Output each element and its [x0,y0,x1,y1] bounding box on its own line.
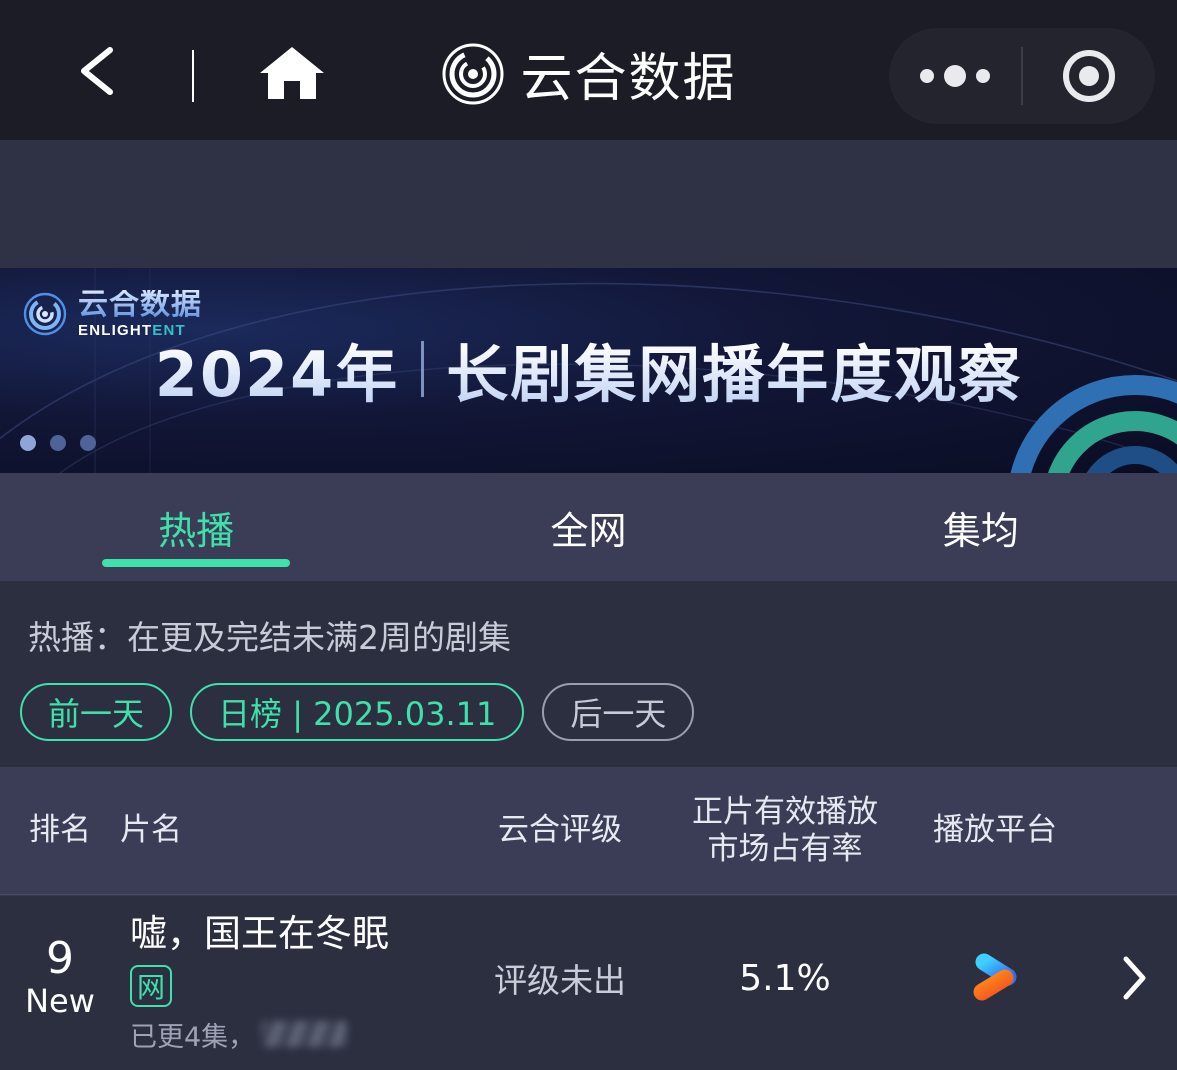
row-rank-status: New [25,982,95,1021]
enlightent-ring-logo [442,43,504,104]
header-market-share-line2: 市场占有率 [707,830,863,867]
carousel-dot[interactable] [20,435,36,451]
more-dots-icon [920,69,934,83]
more-menu-button[interactable] [889,65,1021,87]
banner-headline: 长剧集网播年度观察 [446,324,1022,414]
ranking-table-header: 排名 片名 云合评级 正片有效播放 市场占有率 播放平台 [0,767,1177,895]
row-title: 嘘，国王在冬眠 [130,911,389,955]
row-rank-number: 9 [46,932,74,984]
next-day-button[interactable]: 后一天 [542,683,695,741]
tab-active-underline [102,559,291,567]
filter-section: 热播：在更及完结未满2周的剧集 前一天 日榜 | 2025.03.11 后一天 [0,581,1177,767]
app-root: 云合数据 行业版 霸屏榜 全舆情热度榜 [0,0,1177,1070]
date-navigation: 前一天 日榜 | 2025.03.11 后一天 [20,683,1177,741]
previous-day-button[interactable]: 前一天 [20,683,173,741]
chevron-right-icon [1123,956,1145,1000]
tab-rebo-label: 热播 [158,508,235,553]
banner-headline-divider [421,341,425,397]
ranking-toolbar: 行业版 霸屏榜 全舆情热度榜 [0,140,1177,393]
header-platform: 播放平台 [933,812,1057,849]
metric-tabs: 热播 全网 集均 [0,473,1177,581]
row-title-cell: 嘘，国王在冬眠 网 已更4集， [120,903,450,1054]
row-grade: 评级未出 [494,961,626,1000]
row-subtitle: 已更4集， [130,1015,450,1054]
more-dots-icon [944,65,966,87]
banner-headline-group: 2024年 长剧集网播年度观察 [0,324,1177,414]
header-title: 片名 [120,812,182,849]
carousel-dot[interactable] [80,435,96,451]
row-platform[interactable] [900,947,1090,1009]
promo-banner[interactable]: 云合数据 ENLIGHTENT 2024年 长剧集网播年度观察 [0,268,1177,473]
header-market-share-line1: 正片有效播放 [692,793,878,830]
close-miniprogram-button[interactable] [1023,50,1155,102]
header-market-share: 正片有效播放 市场占有率 [670,794,900,867]
banner-carousel-dots[interactable] [20,435,96,451]
banner-brand-cn: 云合数据 [78,287,202,322]
miniprogram-capsule [889,28,1155,124]
header-rank: 排名 [29,812,91,849]
current-date-chip[interactable]: 日榜 | 2025.03.11 [190,683,525,741]
carousel-dot[interactable] [50,435,66,451]
row-rank: 9 New [0,932,120,1021]
target-center-dot [1079,66,1099,86]
page-title: 云合数据 [520,49,737,109]
target-circle-icon [1063,50,1115,102]
filter-description: 热播：在更及完结未满2周的剧集 [28,618,511,657]
header-grade: 云合评级 [498,812,622,849]
top-navigation-bar: 云合数据 [0,0,1177,140]
table-row[interactable]: 9 New 嘘，国王在冬眠 网 已更4集， 评级未出 5.1% [0,895,1177,1060]
tab-rebo[interactable]: 热播 [0,473,392,581]
row-subtitle-text: 已更4集， [130,1021,256,1053]
youku-logo-icon [973,953,1017,1001]
row-market-share: 5.1% [739,957,831,999]
tab-quanwang[interactable]: 全网 [392,473,784,581]
row-detail-arrow[interactable] [1090,954,1177,1002]
tab-jijun[interactable]: 集均 [785,473,1177,581]
banner-year: 2024年 [155,324,400,414]
row-network-badge: 网 [130,964,172,1007]
row-subtitle-redacted [261,1021,348,1047]
more-dots-icon [976,69,990,83]
